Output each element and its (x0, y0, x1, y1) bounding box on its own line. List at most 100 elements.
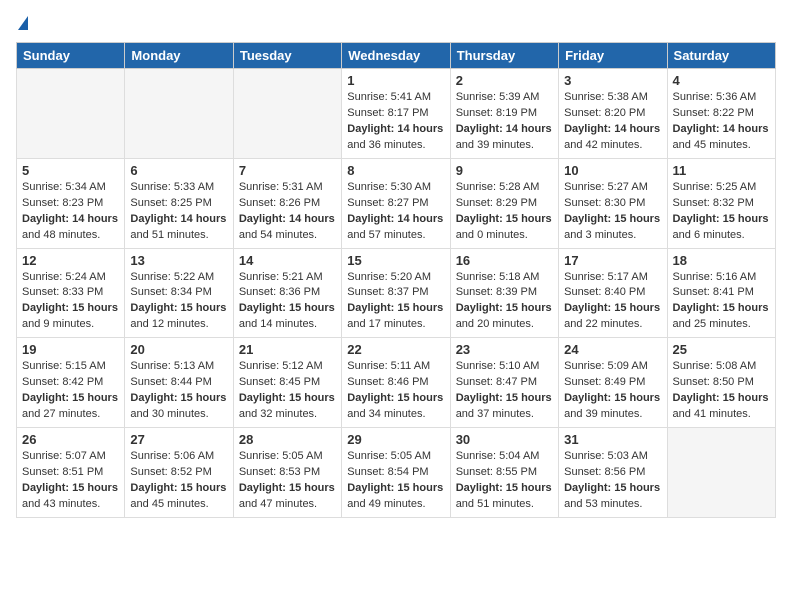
day-cell: 9 Sunrise: 5:28 AMSunset: 8:29 PMDaylight… (450, 158, 558, 248)
day-info: Sunrise: 5:13 AMSunset: 8:44 PMDaylight:… (130, 359, 227, 423)
day-cell: 21 Sunrise: 5:12 AMSunset: 8:45 PMDayligh… (233, 338, 341, 428)
calendar-body: 1 Sunrise: 5:41 AMSunset: 8:17 PMDaylight… (17, 69, 776, 518)
day-cell: 15 Sunrise: 5:20 AMSunset: 8:37 PMDayligh… (342, 248, 450, 338)
day-number: 13 (130, 253, 227, 268)
day-cell: 12Sunrise: 5:24 AMSunset: 8:33 PMDayligh… (17, 248, 125, 338)
day-cell: 31Sunrise: 5:03 AMSunset: 8:56 PMDayligh… (559, 428, 667, 518)
page-header (16, 16, 776, 30)
day-cell: 26Sunrise: 5:07 AMSunset: 8:51 PMDayligh… (17, 428, 125, 518)
day-cell: 2 Sunrise: 5:39 AMSunset: 8:19 PMDaylight… (450, 69, 558, 159)
day-number: 21 (239, 342, 336, 357)
day-cell (125, 69, 233, 159)
day-number: 6 (130, 163, 227, 178)
day-info: Sunrise: 5:38 AMSunset: 8:20 PMDaylight:… (564, 90, 661, 154)
week-row-2: 5Sunrise: 5:34 AMSunset: 8:23 PMDaylight… (17, 158, 776, 248)
day-cell (233, 69, 341, 159)
day-info: Sunrise: 5:18 AMSunset: 8:39 PMDaylight:… (456, 270, 553, 334)
day-number: 8 (347, 163, 444, 178)
day-cell: 7Sunrise: 5:31 AMSunset: 8:26 PMDaylight… (233, 158, 341, 248)
day-info: Sunrise: 5:22 AMSunset: 8:34 PMDaylight:… (130, 270, 227, 334)
day-info: Sunrise: 5:09 AMSunset: 8:49 PMDaylight:… (564, 359, 661, 423)
day-number: 17 (564, 253, 661, 268)
day-info: Sunrise: 5:41 AMSunset: 8:17 PMDaylight:… (347, 90, 444, 154)
day-number: 2 (456, 73, 553, 88)
week-row-4: 19 Sunrise: 5:15 AMSunset: 8:42 PMDayligh… (17, 338, 776, 428)
day-number: 3 (564, 73, 661, 88)
week-row-3: 12Sunrise: 5:24 AMSunset: 8:33 PMDayligh… (17, 248, 776, 338)
calendar-header-monday: Monday (125, 43, 233, 69)
day-number: 4 (673, 73, 770, 88)
day-number: 10 (564, 163, 661, 178)
day-number: 31 (564, 432, 661, 447)
week-row-5: 26Sunrise: 5:07 AMSunset: 8:51 PMDayligh… (17, 428, 776, 518)
day-number: 27 (130, 432, 227, 447)
day-info: Sunrise: 5:05 AMSunset: 8:54 PMDaylight:… (347, 449, 444, 513)
day-cell: 25 Sunrise: 5:08 AMSunset: 8:50 PMDayligh… (667, 338, 775, 428)
day-info: Sunrise: 5:08 AMSunset: 8:50 PMDaylight:… (673, 359, 770, 423)
day-cell: 14 Sunrise: 5:21 AMSunset: 8:36 PMDayligh… (233, 248, 341, 338)
day-info: Sunrise: 5:21 AMSunset: 8:36 PMDaylight:… (239, 270, 336, 334)
day-number: 16 (456, 253, 553, 268)
day-cell (667, 428, 775, 518)
day-cell: 3 Sunrise: 5:38 AMSunset: 8:20 PMDaylight… (559, 69, 667, 159)
day-cell: 11 Sunrise: 5:25 AMSunset: 8:32 PMDayligh… (667, 158, 775, 248)
day-number: 28 (239, 432, 336, 447)
calendar-header-tuesday: Tuesday (233, 43, 341, 69)
day-info: Sunrise: 5:06 AMSunset: 8:52 PMDaylight:… (130, 449, 227, 513)
day-cell: 23 Sunrise: 5:10 AMSunset: 8:47 PMDayligh… (450, 338, 558, 428)
day-cell: 10 Sunrise: 5:27 AMSunset: 8:30 PMDayligh… (559, 158, 667, 248)
day-number: 15 (347, 253, 444, 268)
day-info: Sunrise: 5:15 AMSunset: 8:42 PMDaylight:… (22, 359, 119, 423)
day-number: 29 (347, 432, 444, 447)
day-number: 19 (22, 342, 119, 357)
calendar-header-wednesday: Wednesday (342, 43, 450, 69)
day-info: Sunrise: 5:28 AMSunset: 8:29 PMDaylight:… (456, 180, 553, 244)
day-info: Sunrise: 5:05 AMSunset: 8:53 PMDaylight:… (239, 449, 336, 513)
day-number: 14 (239, 253, 336, 268)
day-info: Sunrise: 5:10 AMSunset: 8:47 PMDaylight:… (456, 359, 553, 423)
day-number: 23 (456, 342, 553, 357)
day-cell: 19 Sunrise: 5:15 AMSunset: 8:42 PMDayligh… (17, 338, 125, 428)
day-info: Sunrise: 5:33 AMSunset: 8:25 PMDaylight:… (130, 180, 227, 244)
week-row-1: 1 Sunrise: 5:41 AMSunset: 8:17 PMDaylight… (17, 69, 776, 159)
day-info: Sunrise: 5:27 AMSunset: 8:30 PMDaylight:… (564, 180, 661, 244)
day-cell: 30 Sunrise: 5:04 AMSunset: 8:55 PMDayligh… (450, 428, 558, 518)
logo-icon (18, 16, 28, 30)
day-number: 1 (347, 73, 444, 88)
day-cell: 13 Sunrise: 5:22 AMSunset: 8:34 PMDayligh… (125, 248, 233, 338)
day-cell: 27 Sunrise: 5:06 AMSunset: 8:52 PMDayligh… (125, 428, 233, 518)
day-info: Sunrise: 5:16 AMSunset: 8:41 PMDaylight:… (673, 270, 770, 334)
day-info: Sunrise: 5:04 AMSunset: 8:55 PMDaylight:… (456, 449, 553, 513)
day-number: 9 (456, 163, 553, 178)
day-cell: 4 Sunrise: 5:36 AMSunset: 8:22 PMDaylight… (667, 69, 775, 159)
day-number: 22 (347, 342, 444, 357)
day-cell: 1 Sunrise: 5:41 AMSunset: 8:17 PMDaylight… (342, 69, 450, 159)
day-info: Sunrise: 5:30 AMSunset: 8:27 PMDaylight:… (347, 180, 444, 244)
day-number: 25 (673, 342, 770, 357)
day-info: Sunrise: 5:36 AMSunset: 8:22 PMDaylight:… (673, 90, 770, 154)
day-info: Sunrise: 5:25 AMSunset: 8:32 PMDaylight:… (673, 180, 770, 244)
day-info: Sunrise: 5:17 AMSunset: 8:40 PMDaylight:… (564, 270, 661, 334)
day-info: Sunrise: 5:24 AMSunset: 8:33 PMDaylight:… (22, 270, 119, 334)
day-number: 30 (456, 432, 553, 447)
day-info: Sunrise: 5:39 AMSunset: 8:19 PMDaylight:… (456, 90, 553, 154)
day-number: 18 (673, 253, 770, 268)
day-info: Sunrise: 5:31 AMSunset: 8:26 PMDaylight:… (239, 180, 336, 244)
day-cell: 22 Sunrise: 5:11 AMSunset: 8:46 PMDayligh… (342, 338, 450, 428)
calendar-header-thursday: Thursday (450, 43, 558, 69)
day-cell: 5Sunrise: 5:34 AMSunset: 8:23 PMDaylight… (17, 158, 125, 248)
day-number: 24 (564, 342, 661, 357)
calendar-header-row: SundayMondayTuesdayWednesdayThursdayFrid… (17, 43, 776, 69)
day-cell: 16 Sunrise: 5:18 AMSunset: 8:39 PMDayligh… (450, 248, 558, 338)
calendar-header-friday: Friday (559, 43, 667, 69)
day-info: Sunrise: 5:20 AMSunset: 8:37 PMDaylight:… (347, 270, 444, 334)
day-number: 26 (22, 432, 119, 447)
day-number: 20 (130, 342, 227, 357)
day-number: 11 (673, 163, 770, 178)
day-info: Sunrise: 5:12 AMSunset: 8:45 PMDaylight:… (239, 359, 336, 423)
day-info: Sunrise: 5:11 AMSunset: 8:46 PMDaylight:… (347, 359, 444, 423)
day-cell: 17 Sunrise: 5:17 AMSunset: 8:40 PMDayligh… (559, 248, 667, 338)
calendar-header-sunday: Sunday (17, 43, 125, 69)
day-number: 5 (22, 163, 119, 178)
day-cell: 24 Sunrise: 5:09 AMSunset: 8:49 PMDayligh… (559, 338, 667, 428)
